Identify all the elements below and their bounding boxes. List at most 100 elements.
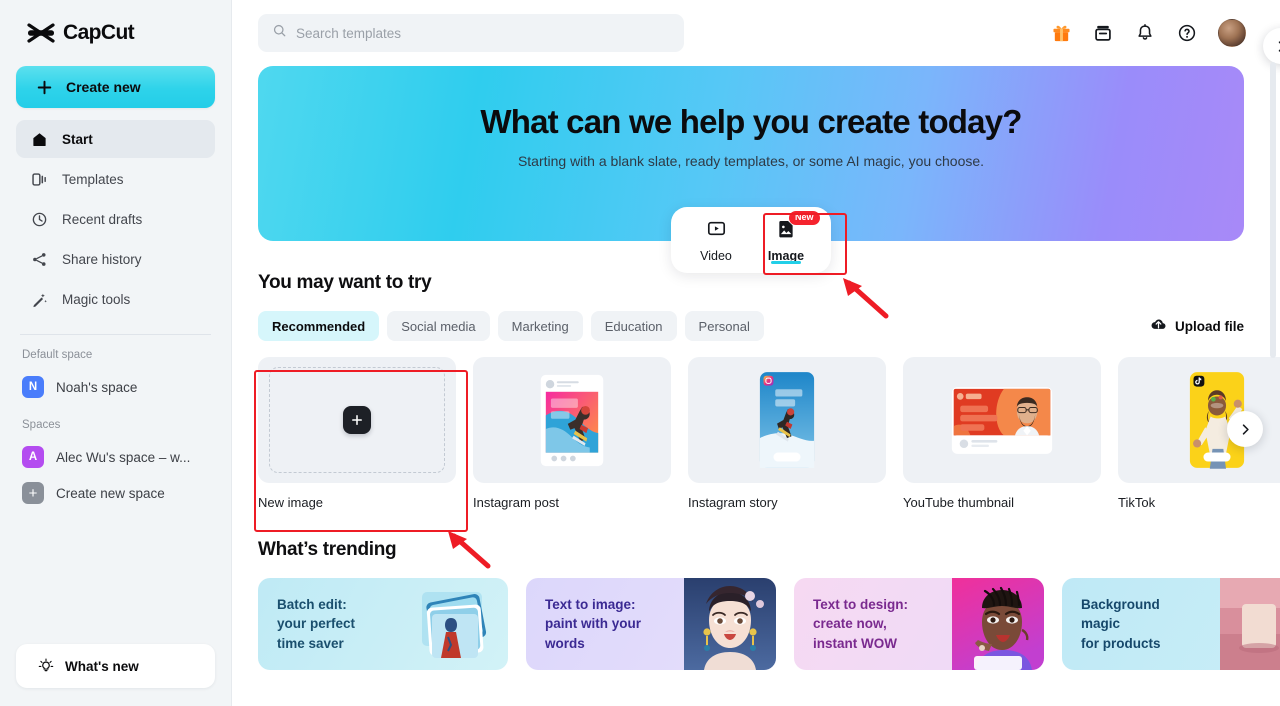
chevron-right-icon — [1242, 423, 1249, 435]
create-new-button[interactable]: Create new — [16, 66, 215, 108]
trending-card-text-to-design[interactable]: Text to design: create now, instant WOW — [794, 578, 1044, 670]
chip-personal[interactable]: Personal — [684, 311, 764, 341]
lightbulb-icon — [36, 657, 55, 676]
trending-art-text-to-image — [684, 578, 776, 670]
active-indicator — [771, 261, 801, 264]
spaces-label: Spaces — [22, 419, 61, 431]
help-icon[interactable] — [1176, 22, 1198, 44]
sidebar-nav: Start Templates Recent drafts Share hist… — [16, 120, 215, 318]
capcut-logo-icon — [26, 22, 56, 44]
sidebar-divider — [20, 334, 211, 335]
chip-marketing[interactable]: Marketing — [497, 311, 583, 341]
card-label: Instagram post — [473, 495, 559, 510]
space-item-noah[interactable]: N Noah's space — [16, 369, 215, 405]
mode-video[interactable]: Video — [681, 207, 751, 273]
instagram-post-preview — [540, 374, 604, 466]
template-card-instagram-post[interactable]: Instagram post — [473, 357, 671, 510]
card-thumbnail — [473, 357, 671, 483]
sidebar-item-label: Recent drafts — [62, 211, 143, 227]
magic-wand-icon — [30, 290, 49, 309]
trending-card-text: Text to image: paint with your words — [545, 596, 641, 651]
plus-icon — [35, 78, 54, 97]
search-icon — [272, 23, 287, 43]
sidebar: CapCut Create new Start Templates Recent… — [0, 0, 232, 706]
card-label: TikTok — [1118, 495, 1156, 510]
space-avatar: A — [22, 446, 44, 468]
card-label: YouTube thumbnail — [903, 495, 1015, 510]
trending-card-background-magic[interactable]: Background magic for products — [1062, 578, 1280, 670]
trending-card-text: Batch edit: your perfect time saver — [277, 596, 356, 651]
template-cards: New image Instagram post Instagram story… — [258, 357, 1280, 510]
bell-icon[interactable] — [1134, 22, 1156, 44]
trending-section-title: What’s trending — [258, 539, 397, 560]
brand-logo[interactable]: CapCut — [16, 0, 215, 66]
create-new-space-button[interactable]: + Create new space — [16, 475, 215, 511]
upload-file-button[interactable]: Upload file — [1150, 316, 1244, 336]
upload-file-label: Upload file — [1174, 318, 1244, 334]
trending-art-text-to-design — [952, 578, 1044, 670]
sidebar-item-magic-tools[interactable]: Magic tools — [16, 280, 215, 318]
archive-icon[interactable] — [1092, 22, 1114, 44]
chip-education[interactable]: Education — [590, 311, 677, 341]
trending-card-batch-edit[interactable]: Batch edit: your perfect time saver — [258, 578, 508, 670]
video-play-icon — [706, 218, 727, 244]
share-icon — [30, 250, 49, 269]
templates-next-button[interactable] — [1227, 411, 1263, 447]
brand-name: CapCut — [63, 21, 135, 44]
hero-subtitle: Starting with a blank slate, ready templ… — [517, 153, 985, 169]
mode-label: Video — [700, 248, 732, 263]
sidebar-item-label: Magic tools — [62, 291, 131, 307]
template-card-instagram-story[interactable]: Instagram story — [688, 357, 886, 510]
search-bar[interactable] — [258, 14, 684, 52]
sidebar-item-label: Templates — [62, 171, 124, 187]
whats-new-button[interactable]: What's new — [16, 644, 215, 688]
top-bar — [232, 0, 1280, 66]
category-chips-row: Recommended Social media Marketing Educa… — [258, 311, 1244, 341]
card-label: New image — [258, 495, 324, 510]
user-avatar[interactable] — [1218, 19, 1246, 47]
youtube-thumbnail-preview — [951, 386, 1053, 454]
page-scrollbar[interactable] — [1270, 62, 1276, 358]
dashed-drop-area — [269, 367, 445, 473]
space-avatar: N — [22, 376, 44, 398]
chevron-right-icon — [1278, 40, 1280, 52]
clock-icon — [30, 210, 49, 229]
card-thumbnail — [688, 357, 886, 483]
card-thumbnail — [903, 357, 1101, 483]
whats-new-label: What's new — [65, 658, 139, 674]
trending-card-text: Text to design: create now, instant WOW — [813, 596, 909, 651]
try-section-title: You may want to try — [258, 272, 432, 293]
sidebar-item-start[interactable]: Start — [16, 120, 215, 158]
trending-cards: Batch edit: your perfect time saver Text… — [258, 28, 1280, 670]
sidebar-item-label: Start — [62, 131, 93, 147]
sidebar-item-share-history[interactable]: Share history — [16, 240, 215, 278]
default-space-label: Default space — [22, 349, 93, 361]
home-icon — [30, 130, 49, 149]
capcut-app: CapCut Create new Start Templates Recent… — [0, 0, 1280, 706]
mode-image[interactable]: New Image — [751, 207, 821, 273]
chip-social-media[interactable]: Social media — [387, 311, 490, 341]
template-card-new-image[interactable]: New image — [258, 357, 456, 510]
card-label: Instagram story — [688, 495, 778, 510]
search-input[interactable] — [296, 25, 670, 41]
trending-card-text-to-image[interactable]: Text to image: paint with your words — [526, 578, 776, 670]
chip-recommended[interactable]: Recommended — [258, 311, 380, 341]
sidebar-item-recent-drafts[interactable]: Recent drafts — [16, 200, 215, 238]
main-content: What can we help you create today? Start… — [232, 0, 1280, 706]
space-item-alec[interactable]: A Alec Wu's space – w... — [16, 439, 215, 475]
page-content: What can we help you create today? Start… — [232, 28, 1280, 670]
hero-banner: What can we help you create today? Start… — [258, 66, 1244, 273]
instagram-story-preview — [759, 372, 815, 468]
trending-art-background-magic — [1220, 578, 1280, 670]
create-new-label: Create new — [66, 79, 141, 95]
sidebar-item-templates[interactable]: Templates — [16, 160, 215, 198]
gift-icon[interactable] — [1050, 22, 1072, 44]
template-card-youtube-thumbnail[interactable]: YouTube thumbnail — [903, 357, 1101, 510]
cloud-upload-icon — [1150, 316, 1167, 336]
card-thumbnail — [258, 357, 456, 483]
plus-icon[interactable] — [343, 406, 371, 434]
space-label: Alec Wu's space – w... — [56, 449, 191, 465]
new-badge: New — [789, 211, 820, 225]
plus-icon: + — [22, 482, 44, 504]
